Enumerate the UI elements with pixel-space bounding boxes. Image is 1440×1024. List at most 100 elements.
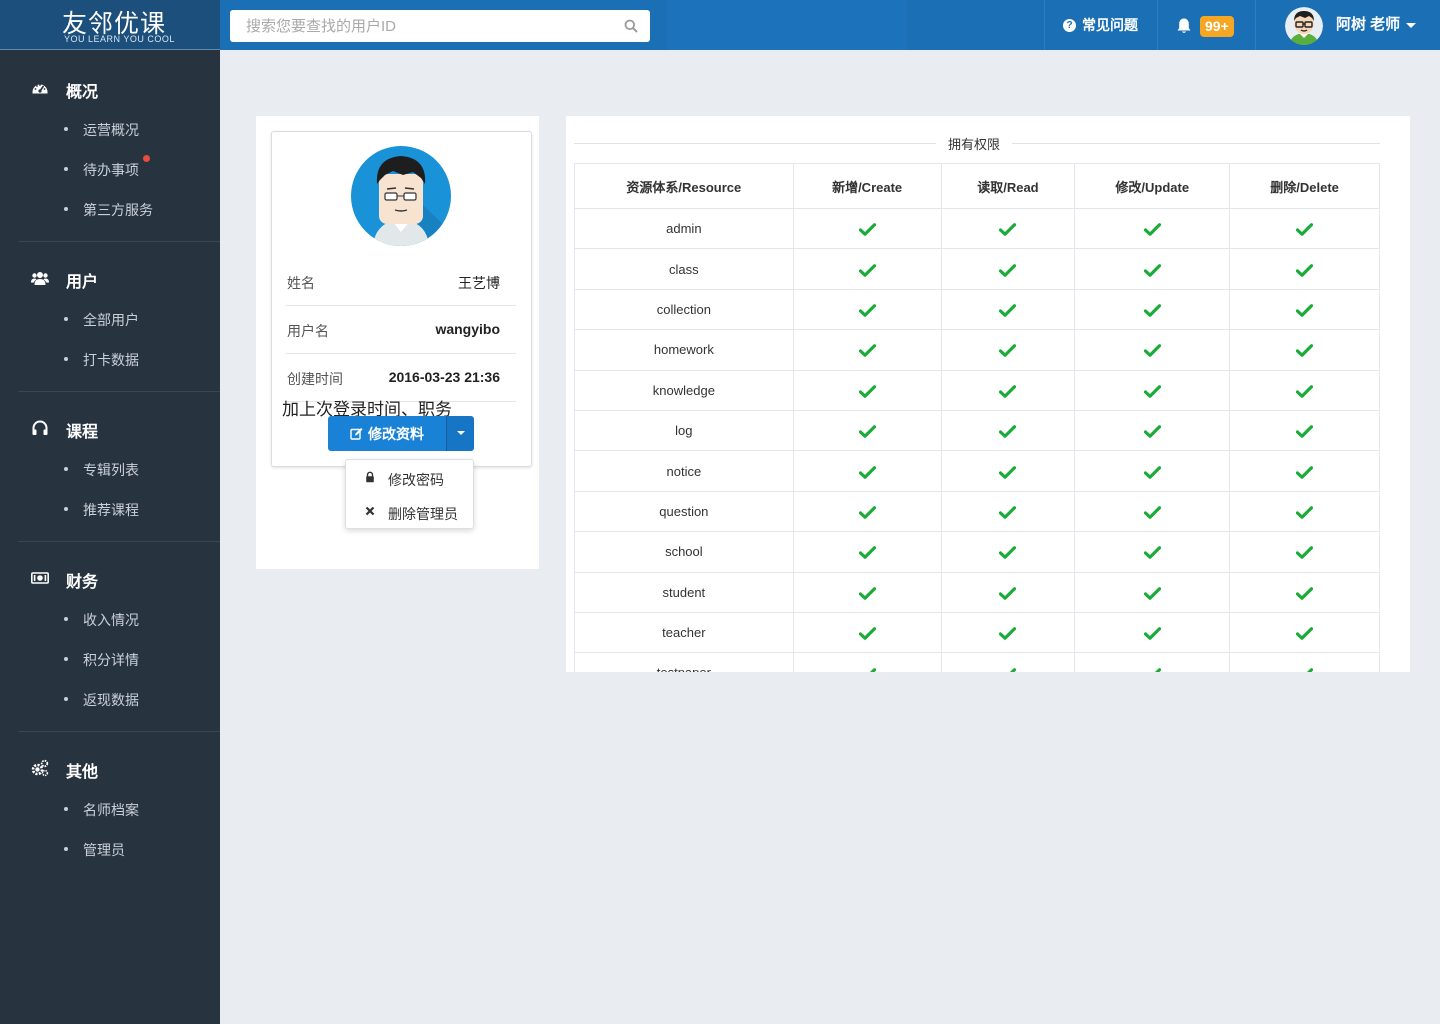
notification-badge[interactable]: 99+ xyxy=(1200,16,1234,37)
sidebar-group-header[interactable]: 概况 xyxy=(0,70,220,106)
sidebar-item-points[interactable]: 积分详情 xyxy=(0,647,220,671)
sidebar-item-all-users[interactable]: 全部用户 xyxy=(0,307,220,331)
permission-cell xyxy=(1229,571,1380,613)
check-icon xyxy=(999,465,1017,479)
permission-cell xyxy=(1074,369,1231,411)
table-row: knowledge xyxy=(574,369,1380,411)
sidebar-group-label: 用户 xyxy=(66,274,99,291)
edit-profile-button[interactable]: 修改资料 xyxy=(328,416,446,451)
sidebar-group-label: 概况 xyxy=(66,84,99,101)
resource-name: homework xyxy=(574,329,794,371)
bullet-icon xyxy=(64,617,68,621)
edit-dropdown-toggle[interactable] xyxy=(446,416,474,451)
resource-name: teacher xyxy=(574,611,794,654)
profile-row-name: 姓名 王艺博 xyxy=(287,273,516,321)
check-icon xyxy=(999,546,1017,560)
check-icon xyxy=(1143,506,1161,519)
header-divider xyxy=(1157,0,1158,50)
sidebar-group-header[interactable]: 课程 xyxy=(0,410,220,446)
permission-cell xyxy=(1074,490,1231,533)
edit-dropdown-menu: 修改密码 删除管理员 xyxy=(345,459,474,529)
check-icon xyxy=(1143,425,1161,438)
permission-cell xyxy=(792,571,942,613)
check-icon xyxy=(858,384,876,398)
permission-cell xyxy=(1074,207,1231,250)
search-icon[interactable] xyxy=(624,19,638,33)
menu-item-change-password[interactable]: 修改密码 xyxy=(346,463,473,493)
sidebar-item-checkin-data[interactable]: 打卡数据 xyxy=(0,347,220,371)
table-row: homework xyxy=(574,329,1380,371)
sidebar-group-header[interactable]: 其他 xyxy=(0,750,220,786)
permissions-table: 资源体系/Resource 新增/Create 读取/Read 修改/Updat… xyxy=(574,163,1380,672)
check-icon xyxy=(999,344,1017,358)
headphones-icon xyxy=(32,420,48,435)
check-icon xyxy=(999,627,1017,640)
created-value: 2016-03-23 21:36 xyxy=(388,369,500,385)
permission-cell xyxy=(1229,531,1380,573)
bullet-icon xyxy=(64,167,68,171)
permission-cell xyxy=(1074,329,1231,371)
permissions-title: 拥有权限 xyxy=(936,134,1013,153)
permission-cell xyxy=(940,531,1076,573)
header-divider xyxy=(1255,0,1256,50)
permission-cell xyxy=(1074,450,1231,492)
user-avatar[interactable] xyxy=(1285,7,1323,45)
chevron-down-icon[interactable] xyxy=(1406,23,1416,28)
logo[interactable]: 友邻优课 YOU LEARN YOU COOL xyxy=(0,0,220,50)
permission-cell xyxy=(1229,409,1380,452)
sidebar-item-recommended[interactable]: 推荐课程 xyxy=(0,497,220,521)
bullet-icon xyxy=(64,127,68,131)
sidebar-divider xyxy=(18,391,220,392)
faq-link[interactable]: ? 常见问题 xyxy=(1063,0,1138,50)
resource-name: notice xyxy=(574,450,794,492)
top-header: 友邻优课 YOU LEARN YOU COOL ? 常见问题 99+ 阿树 老师 xyxy=(0,0,1440,50)
permission-cell xyxy=(940,450,1076,492)
bullet-icon xyxy=(64,507,68,511)
sidebar-item-admins[interactable]: 管理员 xyxy=(0,837,220,861)
check-icon xyxy=(1296,586,1314,600)
check-icon xyxy=(1143,263,1161,277)
sidebar-item-third-party[interactable]: 第三方服务 xyxy=(0,197,220,221)
sidebar-group-header[interactable]: 用户 xyxy=(0,260,220,296)
permission-cell xyxy=(940,490,1076,533)
table-row: admin xyxy=(574,207,1380,250)
search-input[interactable] xyxy=(230,10,610,42)
permission-cell xyxy=(792,248,942,290)
question-circle-icon: ? xyxy=(1063,18,1076,32)
bell-icon[interactable] xyxy=(1175,17,1193,35)
permission-cell xyxy=(1074,531,1231,573)
sidebar-item-operations[interactable]: 运营概况 xyxy=(0,117,220,141)
sidebar-item-teacher-profiles[interactable]: 名师档案 xyxy=(0,797,220,821)
sidebar-item-album-list[interactable]: 专辑列表 xyxy=(0,457,220,481)
permission-cell xyxy=(792,207,942,250)
permission-cell xyxy=(1229,450,1380,492)
permission-cell xyxy=(940,571,1076,613)
permission-cell xyxy=(1229,248,1380,290)
permission-cell xyxy=(1229,611,1380,654)
user-name[interactable]: 阿树 老师 xyxy=(1336,0,1400,50)
sidebar-item-cashback[interactable]: 返现数据 xyxy=(0,687,220,711)
check-icon xyxy=(1143,465,1161,479)
menu-item-delete-admin[interactable]: 删除管理员 xyxy=(346,497,473,527)
sidebar-divider xyxy=(18,731,220,732)
bullet-icon xyxy=(64,317,68,321)
resource-name: knowledge xyxy=(574,369,794,411)
permission-cell xyxy=(792,531,942,573)
check-icon xyxy=(858,344,876,358)
table-header-row: 资源体系/Resource 新增/Create 读取/Read 修改/Updat… xyxy=(574,163,1380,209)
column-header: 修改/Update xyxy=(1074,163,1231,209)
permission-cell xyxy=(940,409,1076,452)
sidebar-group-label: 财务 xyxy=(66,574,99,591)
sidebar-item-income[interactable]: 收入情况 xyxy=(0,607,220,631)
sidebar-item-todo[interactable]: 待办事项 xyxy=(0,155,220,181)
resource-name: school xyxy=(574,531,794,573)
sidebar-group-header[interactable]: 财务 xyxy=(0,560,220,596)
check-icon xyxy=(858,263,876,277)
logo-slogan: YOU LEARN YOU COOL xyxy=(64,34,175,44)
check-icon xyxy=(858,465,876,479)
check-icon xyxy=(1306,667,1314,672)
check-icon xyxy=(999,263,1017,277)
permission-cell xyxy=(940,652,1076,672)
table-row: class xyxy=(574,248,1380,290)
resource-name: question xyxy=(574,490,794,533)
